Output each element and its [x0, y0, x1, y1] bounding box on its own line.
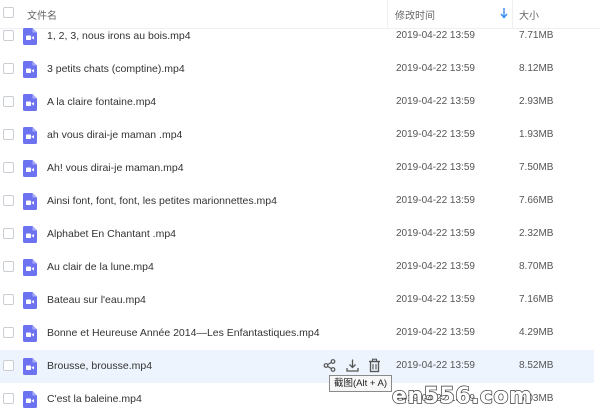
file-modified-time: 2019-04-22 13:59 — [396, 63, 475, 74]
video-file-icon — [23, 292, 37, 309]
video-file-icon — [23, 391, 37, 408]
file-row[interactable]: Bonne et Heureuse Année 2014—Les Enfanta… — [0, 317, 600, 350]
file-row[interactable]: Ah! vous dirai-je maman.mp4 2019-04-22 13… — [0, 152, 600, 185]
file-row[interactable]: Brousse, brousse.mp4 2019-04-22 13:59 8.52… — [0, 350, 594, 383]
file-size: 7.50MB — [519, 162, 554, 173]
file-modified-time: 2019-04-22 13:59 — [396, 162, 475, 173]
file-size: 7.71MB — [519, 30, 554, 41]
file-modified-time: 2019-04-22 13:59 — [396, 228, 475, 239]
file-modified-time: 2019-04-22 13:59 — [396, 294, 475, 305]
file-modified-time: 2019-04-22 13:59 — [396, 261, 475, 272]
row-checkbox[interactable] — [3, 96, 14, 107]
video-file-icon — [23, 61, 37, 78]
video-file-icon — [23, 358, 37, 375]
file-size: 1.93MB — [519, 129, 554, 140]
file-name[interactable]: ah vous dirai-je maman .mp4 — [47, 129, 182, 141]
file-name[interactable]: Bonne et Heureuse Année 2014—Les Enfanta… — [47, 327, 320, 339]
file-size: 7.66MB — [519, 195, 554, 206]
file-row[interactable]: Ainsi font, font, font, les petites mari… — [0, 185, 600, 218]
file-size: 7.16MB — [519, 294, 554, 305]
file-name[interactable]: Au clair de la lune.mp4 — [47, 261, 154, 273]
watermark-logo: en556.com — [391, 383, 532, 407]
file-size: 8.70MB — [519, 261, 554, 272]
file-modified-time: 2019-04-22 13:59 — [396, 30, 475, 41]
file-size: 2.93MB — [519, 96, 554, 107]
trash-icon[interactable] — [367, 358, 382, 373]
screenshot-tooltip: 截图(Alt + A) — [329, 375, 393, 392]
file-size: 8.52MB — [519, 360, 554, 371]
video-file-icon — [23, 160, 37, 177]
row-checkbox[interactable] — [3, 393, 14, 404]
file-name[interactable]: 3 petits chats (comptine).mp4 — [47, 63, 185, 75]
file-name[interactable]: Ah! vous dirai-je maman.mp4 — [47, 162, 184, 174]
row-checkbox[interactable] — [3, 228, 14, 239]
row-checkbox[interactable] — [3, 294, 14, 305]
row-checkbox[interactable] — [3, 195, 14, 206]
file-row[interactable]: 1, 2, 3, nous irons au bois.mp4 2019-04-2… — [0, 20, 600, 53]
file-name[interactable]: Brousse, brousse.mp4 — [47, 360, 152, 372]
file-row[interactable]: Au clair de la lune.mp4 2019-04-22 13:59 8… — [0, 251, 600, 284]
row-checkbox[interactable] — [3, 162, 14, 173]
file-list: 1, 2, 3, nous irons au bois.mp4 2019-04-2… — [0, 20, 600, 416]
file-size: 4.29MB — [519, 327, 554, 338]
file-row[interactable]: Bateau sur l'eau.mp4 2019-04-22 13:59 7.16… — [0, 284, 600, 317]
file-modified-time: 2019-04-22 13:59 — [396, 129, 475, 140]
row-checkbox[interactable] — [3, 129, 14, 140]
file-size: 2.32MB — [519, 228, 554, 239]
video-file-icon — [23, 226, 37, 243]
file-row[interactable]: Alphabet En Chantant .mp4 2019-04-22 13:5… — [0, 218, 600, 251]
file-name[interactable]: Bateau sur l'eau.mp4 — [47, 294, 146, 306]
row-checkbox[interactable] — [3, 63, 14, 74]
download-icon[interactable] — [345, 358, 360, 373]
video-file-icon — [23, 325, 37, 342]
file-row[interactable]: A la claire fontaine.mp4 2019-04-22 13:59… — [0, 86, 600, 119]
file-name[interactable]: C'est la baleine.mp4 — [47, 393, 142, 405]
file-name[interactable]: Ainsi font, font, font, les petites mari… — [47, 195, 277, 207]
row-checkbox[interactable] — [3, 360, 14, 371]
share-icon[interactable] — [322, 358, 337, 373]
file-name[interactable]: 1, 2, 3, nous irons au bois.mp4 — [47, 30, 191, 42]
file-modified-time: 2019-04-22 13:59 — [396, 96, 475, 107]
row-checkbox[interactable] — [3, 327, 14, 338]
svg-text:en556.com: en556.com — [392, 384, 532, 407]
file-name[interactable]: Alphabet En Chantant .mp4 — [47, 228, 176, 240]
file-size: 8.12MB — [519, 63, 554, 74]
file-modified-time: 2019-04-22 13:59 — [396, 195, 475, 206]
video-file-icon — [23, 127, 37, 144]
video-file-icon — [23, 94, 37, 111]
row-checkbox[interactable] — [3, 261, 14, 272]
video-file-icon — [23, 28, 37, 45]
video-file-icon — [23, 193, 37, 210]
file-modified-time: 2019-04-22 13:59 — [396, 360, 475, 371]
file-row[interactable]: ah vous dirai-je maman .mp4 2019-04-22 13… — [0, 119, 600, 152]
arrow-down-icon[interactable] — [498, 6, 510, 20]
row-checkbox[interactable] — [3, 30, 14, 41]
select-all-checkbox[interactable] — [3, 7, 14, 18]
file-modified-time: 2019-04-22 13:59 — [396, 327, 475, 338]
file-name[interactable]: A la claire fontaine.mp4 — [47, 96, 156, 108]
file-row[interactable]: 3 petits chats (comptine).mp4 2019-04-22 … — [0, 53, 600, 86]
video-file-icon — [23, 259, 37, 276]
